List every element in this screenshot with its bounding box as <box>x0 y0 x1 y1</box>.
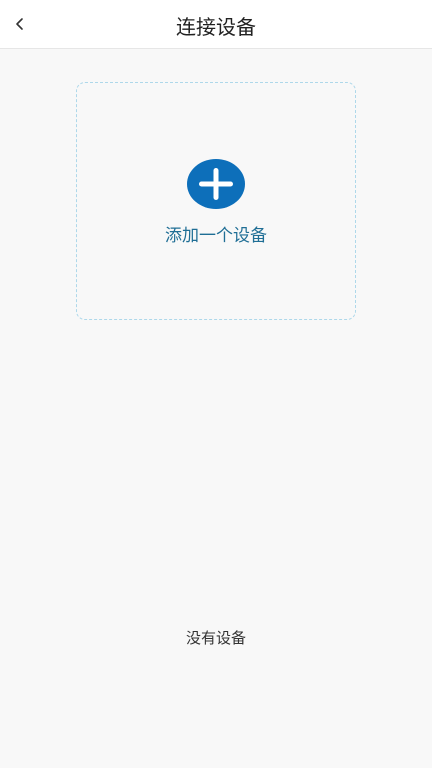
add-device-label: 添加一个设备 <box>165 226 267 246</box>
add-device-card[interactable]: 添加一个设备 <box>76 82 356 320</box>
empty-state-text: 没有设备 <box>185 629 246 647</box>
top-bar: 连接设备 <box>0 0 432 49</box>
page-title: 连接设备 <box>176 15 256 39</box>
chevron-left-icon <box>16 18 23 30</box>
plus-circle-icon <box>187 159 245 209</box>
back-button[interactable] <box>6 10 34 38</box>
